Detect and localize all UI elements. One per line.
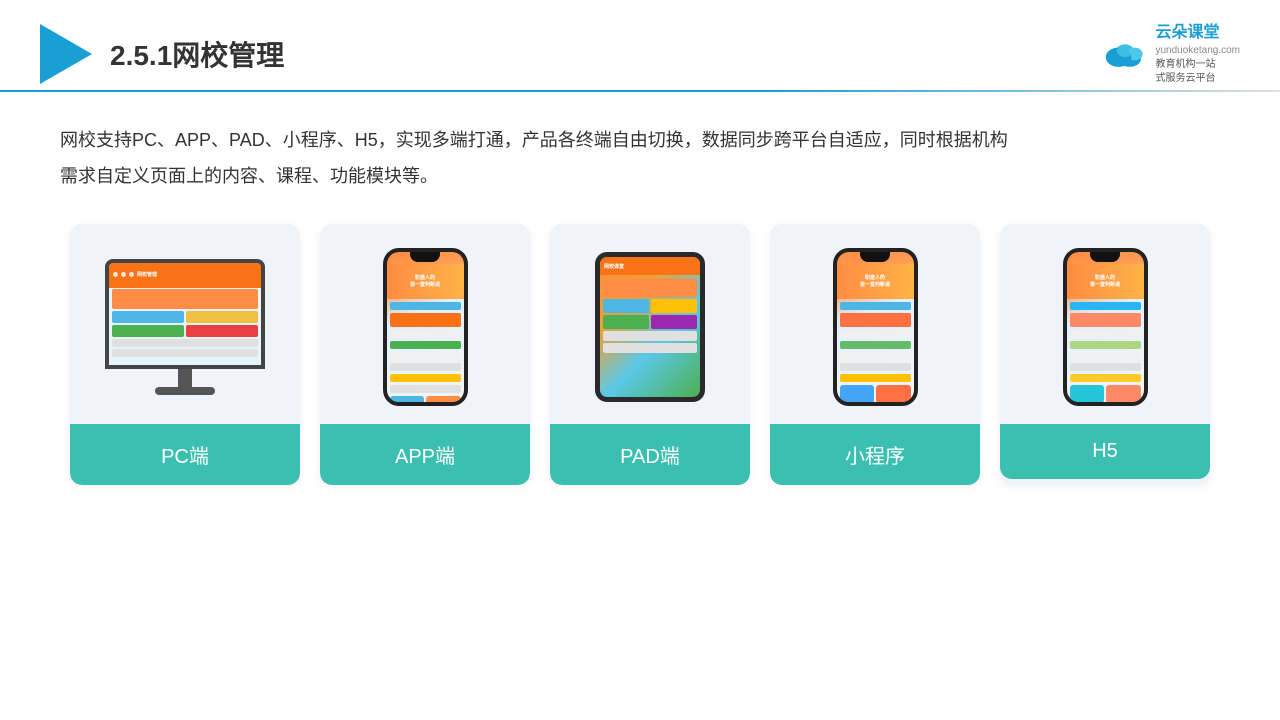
main-content: 网校支持PC、APP、PAD、小程序、H5，实现多端打通，产品各终端自由切换，数… bbox=[0, 92, 1280, 505]
card-pc-label: PC端 bbox=[70, 424, 300, 485]
card-pad: 网校课堂 PAD端 bbox=[550, 224, 750, 485]
card-app: 职途人的 第一堂判断课 bbox=[320, 224, 530, 485]
card-pc-image: 网校管理 bbox=[70, 224, 300, 424]
header: 2.5.1网校管理 云朵课堂 yunduoketang.com 教育机构一站 式… bbox=[0, 0, 1280, 90]
pad-tablet-icon: 网校课堂 bbox=[595, 252, 705, 402]
brand-subtitle: 教育机构一站 式服务云平台 bbox=[1155, 58, 1215, 86]
cards-section: 网校管理 bbox=[60, 224, 1220, 485]
card-app-label: APP端 bbox=[320, 424, 530, 485]
h5-header-text: 职途人的 第一堂判断课 bbox=[1090, 275, 1120, 288]
card-h5-image: 职途人的 第一堂判断课 bbox=[1000, 224, 1210, 424]
app-phone-icon: 职途人的 第一堂判断课 bbox=[383, 248, 468, 406]
brand-url: yunduoketang.com bbox=[1155, 44, 1240, 58]
pc-monitor-icon: 网校管理 bbox=[100, 259, 270, 395]
card-miniapp-label: 小程序 bbox=[770, 424, 980, 485]
card-pad-image: 网校课堂 bbox=[550, 224, 750, 424]
brand-text: 云朵课堂 yunduoketang.com 教育机构一站 式服务云平台 bbox=[1155, 22, 1240, 86]
card-pc: 网校管理 bbox=[70, 224, 300, 485]
cloud-logo: 云朵课堂 yunduoketang.com 教育机构一站 式服务云平台 bbox=[1101, 22, 1240, 86]
cloud-icon bbox=[1101, 36, 1149, 72]
description-text: 网校支持PC、APP、PAD、小程序、H5，实现多端打通，产品各终端自由切换，数… bbox=[60, 122, 1220, 194]
logo-triangle-icon bbox=[40, 24, 92, 84]
card-h5-label: H5 bbox=[1000, 424, 1210, 479]
header-right: 云朵课堂 yunduoketang.com 教育机构一站 式服务云平台 bbox=[1101, 22, 1240, 86]
card-pad-label: PAD端 bbox=[550, 424, 750, 485]
header-left: 2.5.1网校管理 bbox=[40, 24, 284, 84]
card-miniapp: 职途人的 第一堂判断课 bbox=[770, 224, 980, 485]
phone-header-text: 职途人的 第一堂判断课 bbox=[410, 275, 440, 288]
h5-phone-icon: 职途人的 第一堂判断课 bbox=[1063, 248, 1148, 406]
miniapp-phone-icon: 职途人的 第一堂判断课 bbox=[833, 248, 918, 406]
brand-name: 云朵课堂 bbox=[1155, 22, 1219, 44]
page-title: 2.5.1网校管理 bbox=[110, 34, 284, 74]
card-h5: 职途人的 第一堂判断课 bbox=[1000, 224, 1210, 485]
card-app-image: 职途人的 第一堂判断课 bbox=[320, 224, 530, 424]
card-miniapp-image: 职途人的 第一堂判断课 bbox=[770, 224, 980, 424]
miniapp-header-text: 职途人的 第一堂判断课 bbox=[860, 275, 890, 288]
